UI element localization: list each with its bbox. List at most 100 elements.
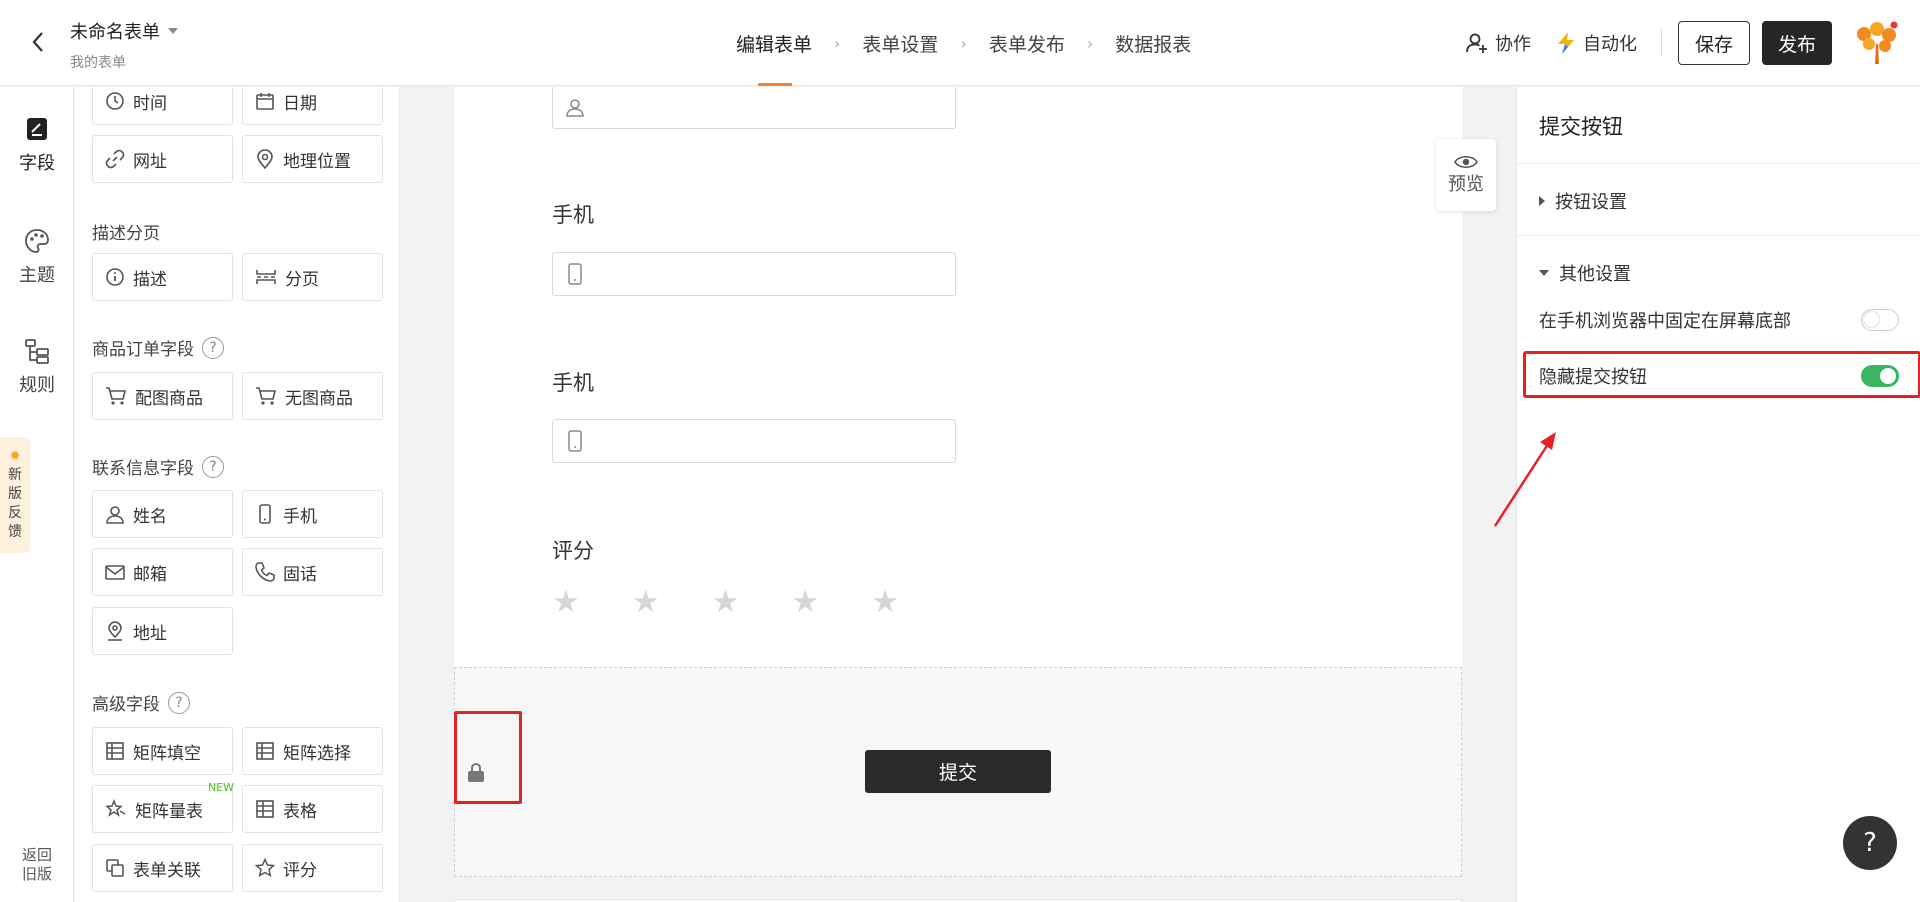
feedback-char: 反	[8, 505, 22, 521]
group-title-text: 描述分页	[92, 224, 160, 244]
field-label: 日期	[283, 93, 317, 114]
form-title-text: 未命名表单	[70, 22, 160, 43]
field-date[interactable]: 日期	[242, 87, 383, 125]
step-data-report[interactable]: 数据报表	[1115, 0, 1191, 86]
mobile-input-1[interactable]	[552, 252, 956, 296]
field-url[interactable]: 网址	[92, 135, 233, 183]
new-version-feedback[interactable]: ✹ 新 版 反 馈	[0, 437, 30, 553]
nav-item-fields[interactable]: 字段	[0, 115, 74, 175]
mobile-phone-icon	[568, 430, 582, 452]
field-name[interactable]: 姓名	[92, 490, 233, 538]
caret-down-icon	[1539, 270, 1549, 276]
group-title-text: 高级字段	[92, 695, 160, 715]
button-settings-toggle[interactable]: 按钮设置	[1539, 188, 1627, 214]
field-time[interactable]: 时间	[92, 87, 233, 125]
field-goods-no-image[interactable]: 无图商品	[242, 372, 383, 420]
address-pin-icon	[108, 621, 122, 641]
automation-bolt-icon	[1558, 32, 1574, 54]
step-form-settings[interactable]: 表单设置	[862, 0, 938, 86]
back-button[interactable]	[24, 28, 52, 56]
group-goods-title: 商品订单字段 ?	[92, 335, 224, 360]
cart-icon	[256, 387, 277, 405]
nav-item-theme[interactable]: 主题	[0, 227, 74, 287]
preview-button[interactable]: 预览	[1436, 139, 1496, 211]
nav-item-rules[interactable]: 规则	[0, 337, 74, 397]
user-icon	[106, 506, 124, 524]
cart-icon	[106, 387, 127, 405]
field-matrix-fill[interactable]: 矩阵填空	[92, 727, 233, 775]
help-fab-button[interactable]: ?	[1843, 816, 1897, 870]
preview-label: 预览	[1448, 174, 1484, 195]
option-fix-bottom: 在手机浏览器中固定在屏幕底部	[1539, 307, 1899, 333]
section-other-settings: 其他设置	[1517, 235, 1920, 435]
field-label: 地理位置	[283, 151, 351, 172]
step-edit-form[interactable]: 编辑表单	[736, 0, 812, 86]
feedback-char: 版	[8, 486, 22, 502]
field-location[interactable]: 地理位置	[242, 135, 383, 183]
left-nav: 字段 主题 规则 ✹ 新 版 反 馈 返回 旧版	[0, 87, 74, 902]
group-contact-title: 联系信息字段 ?	[92, 454, 224, 479]
field-label: 地址	[133, 623, 167, 644]
field-label-mobile-1: 手机	[552, 203, 594, 227]
table-icon	[256, 800, 274, 818]
help-icon[interactable]: ?	[168, 691, 190, 714]
star-icon[interactable]: ★	[632, 587, 660, 618]
help-icon[interactable]: ?	[202, 336, 224, 359]
field-form-link[interactable]: 表单关联	[92, 844, 233, 892]
publish-button[interactable]: 发布	[1762, 21, 1832, 65]
field-goods-with-image[interactable]: 配图商品	[92, 372, 233, 420]
feedback-char: 馈	[8, 524, 22, 540]
star-icon[interactable]: ★	[791, 587, 819, 618]
star-icon[interactable]: ★	[552, 587, 580, 618]
other-settings-toggle[interactable]: 其他设置	[1539, 260, 1631, 286]
field-pagination[interactable]: 分页	[242, 253, 383, 301]
form-subtitle: 我的表单	[70, 55, 126, 71]
header-divider	[1661, 29, 1662, 57]
mail-icon	[105, 565, 125, 580]
field-label: 固话	[283, 564, 317, 585]
star-icon[interactable]: ★	[871, 587, 899, 618]
section-label: 按钮设置	[1555, 192, 1627, 213]
header-actions: 协作 自动化 保存 发布	[1465, 0, 1920, 86]
automation-button[interactable]: 自动化	[1555, 30, 1637, 56]
rating-stars: ★ ★ ★ ★ ★	[552, 587, 899, 618]
field-label: 矩阵量表	[135, 801, 203, 822]
nav-label-rules: 规则	[19, 375, 55, 396]
help-icon[interactable]: ?	[202, 455, 224, 478]
name-input[interactable]	[552, 87, 956, 129]
group-desc-title: 描述分页	[92, 219, 160, 244]
field-address[interactable]: 地址	[92, 607, 233, 655]
field-matrix-select[interactable]: 矩阵选择	[242, 727, 383, 775]
save-button[interactable]: 保存	[1678, 21, 1750, 65]
mobile-input-2[interactable]	[552, 419, 956, 463]
brand-logo[interactable]	[1854, 20, 1900, 66]
field-matrix-scale[interactable]: 矩阵量表 NEW	[92, 781, 234, 833]
field-mobile[interactable]: 手机	[242, 490, 383, 538]
field-label: 描述	[133, 269, 167, 290]
add-user-icon	[1466, 33, 1487, 53]
collaborate-label: 协作	[1495, 34, 1531, 55]
fix-bottom-switch[interactable]	[1861, 309, 1899, 331]
annotation-arrow-icon	[1493, 432, 1556, 527]
step-form-publish[interactable]: 表单发布	[989, 0, 1065, 86]
palette-icon	[25, 229, 49, 253]
field-email[interactable]: 邮箱	[92, 548, 233, 596]
submit-button[interactable]: 提交	[865, 750, 1051, 793]
form-title-block: 未命名表单 我的表单	[70, 18, 178, 72]
field-label: 评分	[283, 860, 317, 881]
switch-knob	[1864, 312, 1879, 327]
group-title-text: 商品订单字段	[92, 340, 194, 360]
star-outline-icon	[105, 799, 126, 817]
field-description[interactable]: 描述	[92, 253, 233, 301]
page-break-icon	[256, 270, 276, 284]
form-canvas: 手机 手机 评分 ★ ★ ★ ★ ★ 预览 提交	[400, 87, 1516, 902]
star-icon[interactable]: ★	[712, 587, 740, 618]
field-table[interactable]: 表格	[242, 785, 383, 833]
phone-icon	[255, 562, 275, 582]
calendar-icon	[256, 93, 274, 110]
field-rating[interactable]: 评分	[242, 844, 383, 892]
return-old-version[interactable]: 返回 旧版	[0, 846, 74, 884]
collaborate-button[interactable]: 协作	[1465, 30, 1531, 56]
form-title[interactable]: 未命名表单	[70, 18, 178, 44]
field-landline[interactable]: 固话	[242, 548, 383, 596]
